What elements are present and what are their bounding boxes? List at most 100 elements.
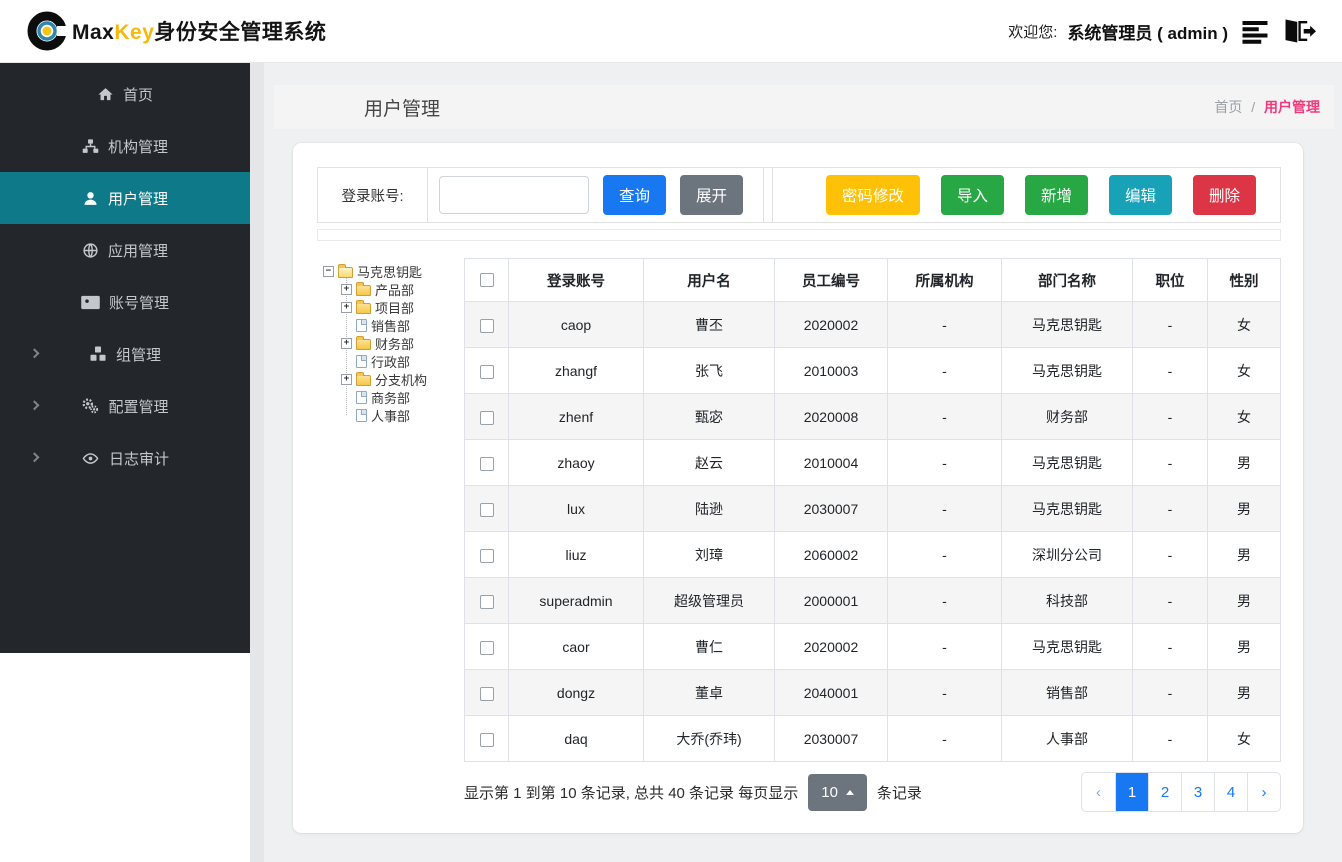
table-row[interactable]: superadmin 超级管理员 2000001- 科技部 - 男 (464, 577, 1281, 624)
sidebar-item-audit[interactable]: 日志审计 (0, 432, 250, 484)
page-button-1[interactable]: 1 (1115, 773, 1148, 811)
pagination-summary: 显示第 1 到第 10 条记录, 总共 40 条记录 每页显示 (464, 784, 799, 802)
page-header-bar: 用户管理 首页 / 用户管理 (274, 85, 1334, 129)
row-checkbox[interactable] (479, 502, 494, 517)
tree-node[interactable]: 行政部 (323, 352, 464, 370)
sidebar-item-user[interactable]: 用户管理 (0, 172, 250, 224)
tree-node-label[interactable]: 销售部 (371, 316, 410, 335)
tree-node-label[interactable]: 产品部 (375, 280, 414, 299)
chevron-right-icon (29, 348, 40, 359)
tree-node[interactable]: + 产品部 (323, 280, 464, 298)
table-row[interactable]: zhenf 甄宓 2020008- 财务部 - 女 (464, 393, 1281, 440)
tree-node[interactable]: 商务部 (323, 388, 464, 406)
table-cell: 甄宓 (643, 393, 775, 440)
brand-title: MaxKey身份安全管理系统 (72, 21, 327, 44)
row-checkbox[interactable] (479, 686, 494, 701)
row-checkbox[interactable] (479, 548, 494, 563)
sidebar-item-account[interactable]: 账号管理 (0, 276, 250, 328)
page-button-3[interactable]: 3 (1181, 773, 1214, 811)
tree-node-label[interactable]: 马克思钥匙 (357, 262, 422, 281)
tree-node[interactable]: − 马克思钥匙 (323, 262, 464, 280)
file-icon (356, 318, 367, 332)
file-icon (356, 354, 367, 368)
sidebar-item-config[interactable]: 配置管理 (0, 380, 250, 432)
tree-node[interactable]: + 项目部 (323, 298, 464, 316)
table-row[interactable]: caop 曹丕 2020002- 马克思钥匙 - 女 (464, 301, 1281, 348)
import-button[interactable]: 导入 (940, 175, 1004, 215)
table-cell: 马克思钥匙 (1001, 623, 1133, 670)
tree-node-label[interactable]: 行政部 (371, 352, 410, 371)
current-user: 系统管理员 ( admin ) (1067, 23, 1228, 43)
page-button-2[interactable]: 2 (1148, 773, 1181, 811)
tree-node[interactable]: + 分支机构 (323, 370, 464, 388)
table-cell: - (887, 669, 1002, 716)
row-checkbox[interactable] (479, 318, 494, 333)
tree-node-label[interactable]: 项目部 (375, 298, 414, 317)
expand-box-icon[interactable]: + (341, 283, 352, 295)
page-size-dropdown[interactable]: 10 (808, 773, 867, 811)
table-cell: zhangf (508, 347, 644, 394)
row-checkbox[interactable] (479, 364, 494, 379)
page-size-value: 10 (821, 783, 838, 801)
tree-node[interactable]: + 财务部 (323, 334, 464, 352)
table-body: caop 曹丕 2020002- 马克思钥匙 - 女 zhangf 张飞 2010003- 马克思… (464, 301, 1281, 762)
column-header: 登录账号 (508, 258, 644, 302)
query-button[interactable]: 查询 (603, 175, 667, 215)
sidebar-item-label: 首页 (122, 86, 153, 104)
prev-page-button[interactable]: ‹ (1082, 773, 1115, 811)
sidebar-item-org[interactable]: 机构管理 (0, 120, 250, 172)
sidebar-item-home[interactable]: 首页 (0, 68, 250, 120)
row-select-cell (464, 531, 509, 578)
add-button[interactable]: 新增 (1024, 175, 1088, 215)
table-cell: 女 (1207, 715, 1281, 762)
delete-button[interactable]: 删除 (1192, 175, 1256, 215)
row-checkbox[interactable] (479, 732, 494, 747)
action-buttons: 密码修改 导入 新增 编辑 删除 (773, 168, 1280, 222)
change-password-button[interactable]: 密码修改 (825, 175, 920, 215)
table-row[interactable]: zhangf 张飞 2010003- 马克思钥匙 - 女 (464, 347, 1281, 394)
next-page-button[interactable]: › (1247, 773, 1280, 811)
menu-list-icon[interactable] (1240, 16, 1270, 46)
expand-button[interactable]: 展开 (680, 175, 744, 215)
table-cell: - (1132, 485, 1208, 532)
expand-box-icon[interactable]: + (341, 337, 352, 349)
table-cell: 销售部 (1001, 669, 1133, 716)
table-cell: - (1132, 715, 1208, 762)
app-header: MaxKey身份安全管理系统 欢迎您: 系统管理员 ( admin ) (0, 0, 1342, 63)
tree-node-label[interactable]: 人事部 (371, 406, 410, 425)
table-row[interactable]: daq 大乔(乔玮) 2030007- 人事部 - 女 (464, 715, 1281, 762)
table-row[interactable]: liuz 刘璋 2060002- 深圳分公司 - 男 (464, 531, 1281, 578)
tree-node[interactable]: 销售部 (323, 316, 464, 334)
breadcrumb-home[interactable]: 首页 (1214, 99, 1242, 115)
collapse-box-icon[interactable]: − (323, 265, 334, 277)
tree-node[interactable]: 人事部 (323, 406, 464, 424)
tree-node-label[interactable]: 商务部 (371, 388, 410, 407)
table-footer: 显示第 1 到第 10 条记录, 总共 40 条记录 每页显示 10 条记录 ‹… (464, 772, 1281, 812)
select-all-checkbox[interactable] (479, 273, 494, 288)
expand-box-icon[interactable]: + (341, 373, 352, 385)
tree-node-label[interactable]: 财务部 (375, 334, 414, 353)
sidebar-item-label: 日志审计 (108, 450, 169, 468)
table-row[interactable]: lux 陆逊 2030007- 马克思钥匙 - 男 (464, 485, 1281, 532)
table-cell: - (1132, 531, 1208, 578)
table-row[interactable]: dongz 董卓 2040001- 销售部 - 男 (464, 669, 1281, 716)
edit-button[interactable]: 编辑 (1108, 175, 1172, 215)
row-checkbox[interactable] (479, 410, 494, 425)
tree-node-label[interactable]: 分支机构 (375, 370, 427, 389)
expand-box-icon[interactable]: + (341, 301, 352, 313)
sidebar-item-group[interactable]: 组管理 (0, 328, 250, 380)
row-checkbox[interactable] (479, 594, 494, 609)
sidebar-item-app[interactable]: 应用管理 (0, 224, 250, 276)
row-checkbox[interactable] (479, 456, 494, 471)
pagination: ‹ 1 2 3 4 › (1081, 772, 1281, 812)
login-account-input[interactable] (439, 176, 589, 214)
maxkey-logo-icon (26, 10, 68, 52)
page-button-4[interactable]: 4 (1214, 773, 1247, 811)
table-cell: - (1132, 577, 1208, 624)
table-cell: - (887, 301, 1002, 348)
row-checkbox[interactable] (479, 640, 494, 655)
table-row[interactable]: caor 曹仁 2020002- 马克思钥匙 - 男 (464, 623, 1281, 670)
logout-icon[interactable] (1282, 16, 1316, 46)
table-row[interactable]: zhaoy 赵云 2010004- 马克思钥匙 - 男 (464, 439, 1281, 486)
welcome-label: 欢迎您: (1008, 23, 1058, 41)
